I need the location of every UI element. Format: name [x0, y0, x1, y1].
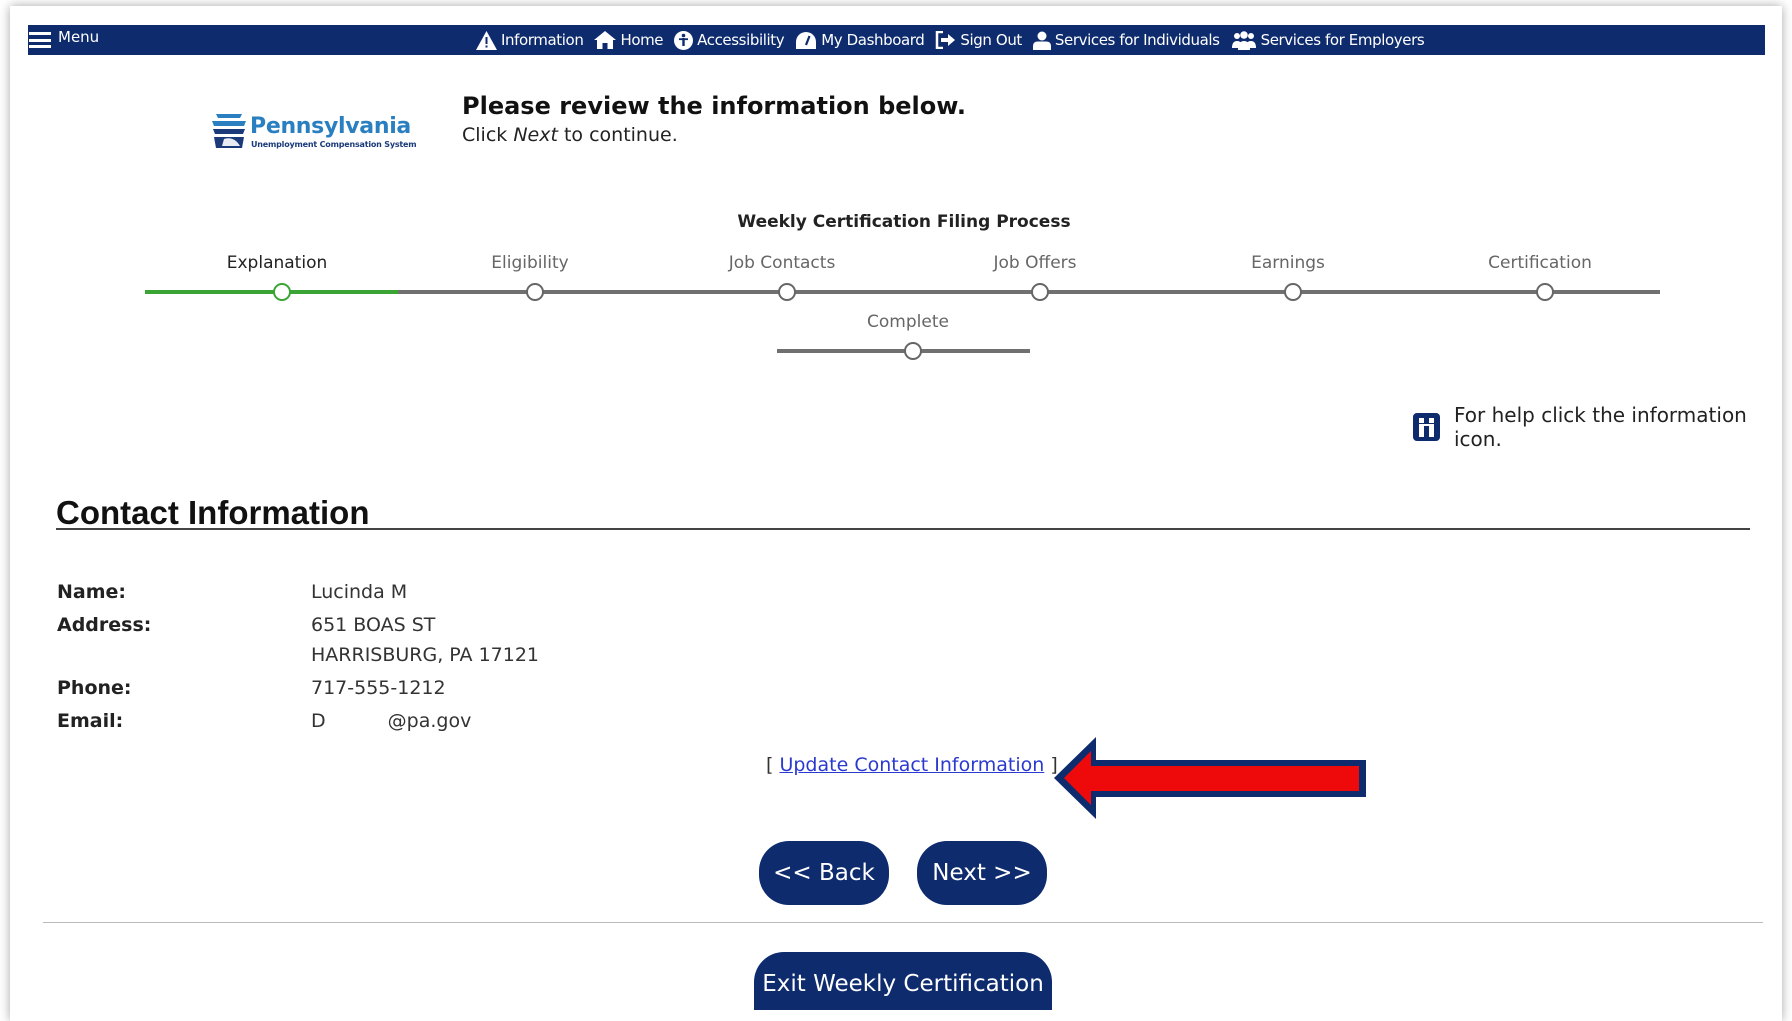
- name-label: Name:: [57, 581, 127, 603]
- step-label-earnings: Earnings: [1251, 253, 1325, 273]
- phone-value: 717-555-1212: [311, 677, 446, 699]
- nav-home-label: Home: [620, 31, 664, 49]
- pennsylvania-logo[interactable]: Pennsylvania Unemployment Compensation S…: [210, 112, 424, 152]
- nav-my-dashboard-label: My Dashboard: [821, 31, 925, 49]
- nav-services-individuals-label: Services for Individuals: [1054, 31, 1220, 49]
- update-contact-line: [ Update Contact Information ]: [766, 754, 1058, 776]
- nav-information-label: Information: [501, 31, 584, 49]
- help-hint: For help click the information icon.: [1413, 403, 1792, 451]
- nav-my-dashboard[interactable]: My Dashboard: [795, 31, 925, 50]
- bottom-divider: [43, 922, 1763, 923]
- step-label-certification: Certification: [1488, 253, 1592, 273]
- dashboard-icon: [796, 31, 817, 49]
- process-title: Weekly Certification Filing Process: [737, 212, 1071, 232]
- exit-weekly-certification-button[interactable]: Exit Weekly Certification: [754, 952, 1052, 1010]
- hamburger-icon: [29, 32, 51, 48]
- step-node-certification: [1536, 283, 1554, 301]
- person-icon: [1032, 31, 1051, 50]
- home-icon: [594, 31, 617, 49]
- nav-services-employers[interactable]: Services for Employers: [1231, 30, 1425, 50]
- information-icon[interactable]: [1413, 413, 1440, 441]
- bracket-open: [: [766, 754, 774, 776]
- phone-label: Phone:: [57, 677, 132, 699]
- step-label-job-offers: Job Offers: [993, 253, 1077, 273]
- nav-information[interactable]: Information: [476, 30, 584, 50]
- nav-services-employers-label: Services for Employers: [1260, 31, 1425, 49]
- back-button[interactable]: << Back: [759, 841, 889, 905]
- keystone-logo-icon: [212, 114, 246, 148]
- address-line-1: 651 BOAS ST: [311, 614, 436, 636]
- menu-button[interactable]: Menu: [28, 25, 99, 55]
- update-contact-link[interactable]: Update Contact Information: [779, 754, 1044, 776]
- name-value: Lucinda M: [311, 581, 408, 603]
- top-nav-bar: Menu Information Home Accessibility My D…: [28, 25, 1765, 55]
- annotation-arrow-icon: [1054, 737, 1366, 819]
- step-node-earnings: [1284, 283, 1302, 301]
- top-nav: Information Home Accessibility My Dashbo…: [476, 25, 1435, 55]
- accessibility-icon: [674, 30, 694, 50]
- address-line-2: HARRISBURG, PA 17121: [311, 644, 540, 666]
- nav-home[interactable]: Home: [594, 31, 664, 49]
- address-label: Address:: [57, 614, 152, 636]
- group-icon: [1231, 30, 1256, 50]
- step-node-complete: [904, 342, 922, 360]
- warning-icon: [476, 30, 497, 50]
- page-title: Please review the information below.: [462, 92, 967, 120]
- step-node-explanation: [273, 283, 291, 301]
- section-divider: [56, 528, 1750, 530]
- progress-track: [398, 290, 1660, 294]
- menu-label: Menu: [58, 28, 100, 46]
- email-value: D @pa.gov: [311, 710, 472, 732]
- nav-accessibility-label: Accessibility: [697, 31, 785, 49]
- next-button[interactable]: Next >>: [917, 841, 1047, 905]
- progress-track-completed: [145, 290, 398, 294]
- section-title: Contact Information: [56, 494, 370, 531]
- nav-sign-out[interactable]: Sign Out: [935, 31, 1022, 49]
- step-label-complete: Complete: [867, 312, 949, 332]
- logo-subtitle: Unemployment Compensation System: [251, 140, 417, 149]
- sign-out-icon: [936, 31, 956, 49]
- step-node-job-offers: [1031, 283, 1049, 301]
- nav-sign-out-label: Sign Out: [960, 31, 1022, 49]
- step-node-eligibility: [526, 283, 544, 301]
- nav-accessibility[interactable]: Accessibility: [674, 30, 785, 50]
- help-text: For help click the information icon.: [1454, 403, 1747, 451]
- step-label-eligibility: Eligibility: [491, 253, 569, 273]
- email-label: Email:: [57, 710, 124, 732]
- step-label-explanation: Explanation: [226, 253, 328, 273]
- logo-name: Pennsylvania: [250, 114, 411, 139]
- nav-services-individuals[interactable]: Services for Individuals: [1032, 31, 1220, 50]
- step-node-job-contacts: [778, 283, 796, 301]
- step-label-job-contacts: Job Contacts: [728, 253, 836, 273]
- page-subtitle: Click Next to continue.: [462, 124, 678, 146]
